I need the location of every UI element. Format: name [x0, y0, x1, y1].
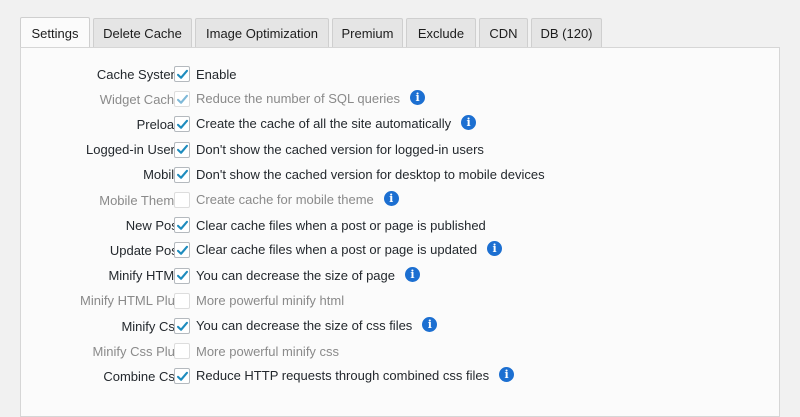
- tab-db[interactable]: DB (120): [531, 18, 602, 48]
- setting-row-mobile-theme: Mobile Theme: Create cache for mobile the…: [21, 189, 781, 211]
- setting-row-minify-css-plus: Minify Css Plus: More powerful minify css: [21, 340, 781, 362]
- checkmark-icon: [176, 270, 188, 280]
- setting-desc-combine-css: Reduce HTTP requests through combined cs…: [196, 367, 515, 384]
- info-icon[interactable]: i: [499, 367, 515, 383]
- checkmark-icon: [176, 321, 188, 331]
- checkbox-logged-in-users[interactable]: [174, 141, 190, 158]
- info-icon[interactable]: i: [383, 191, 399, 207]
- checkbox-widget-cache: [174, 91, 190, 108]
- checkmark-icon: [176, 69, 188, 79]
- setting-desc-logged-in-users: Don't show the cached version for logged…: [196, 142, 484, 157]
- setting-desc-minify-html-plus: More powerful minify html: [196, 293, 344, 308]
- setting-label-logged-in-users: Logged-in Users:: [86, 142, 185, 158]
- setting-label-cache-system: Cache System:: [96, 66, 185, 82]
- checkbox-minify-html-plus: [174, 292, 190, 309]
- setting-row-update-post: Update Post: Clear cache files when a pos…: [21, 239, 781, 261]
- setting-row-minify-html: Minify HTML: You can decrease the size of…: [21, 265, 781, 287]
- setting-desc-mobile: Don't show the cached version for deskto…: [196, 167, 545, 182]
- setting-row-mobile: Mobile: Don't show the cached version for…: [21, 164, 781, 186]
- setting-desc-text: Create the cache of all the site automat…: [196, 116, 452, 132]
- setting-desc-minify-css-plus: More powerful minify css: [196, 344, 339, 359]
- checkmark-icon: [176, 119, 188, 129]
- setting-desc-text: Create cache for mobile theme: [196, 191, 374, 207]
- settings-tabs: Settings Delete Cache Image Optimization…: [20, 17, 602, 48]
- setting-desc-minify-css: You can decrease the size of css files i: [196, 317, 438, 334]
- setting-row-widget-cache: Widget Cache: Reduce the number of SQL qu…: [21, 88, 781, 110]
- checkmark-icon: [176, 220, 188, 230]
- setting-row-combine-css: Combine Css: Reduce HTTP requests through…: [21, 365, 781, 387]
- setting-desc-text: Clear cache files when a post or page is…: [196, 217, 486, 233]
- info-icon[interactable]: i: [487, 241, 503, 257]
- checkbox-mobile-theme: [174, 192, 190, 208]
- tab-image-optimization[interactable]: Image Optimization: [195, 18, 329, 48]
- checkmark-icon: [176, 245, 188, 255]
- setting-desc-new-post: Clear cache files when a post or page is…: [196, 218, 486, 233]
- setting-desc-minify-html: You can decrease the size of page i: [196, 266, 420, 284]
- setting-row-cache-system: Cache System: Enable: [21, 63, 781, 85]
- tab-settings[interactable]: Settings: [20, 17, 90, 48]
- checkmark-icon: [176, 371, 188, 381]
- checkbox-minify-css-plus: [174, 343, 190, 360]
- info-icon[interactable]: i: [461, 115, 477, 131]
- checkbox-minify-css[interactable]: [174, 318, 190, 334]
- setting-desc-text: Don't show the cached version for deskto…: [196, 167, 545, 183]
- checkbox-preload[interactable]: [174, 116, 190, 133]
- setting-desc-text: You can decrease the size of css files: [196, 317, 413, 333]
- setting-desc-text: Reduce the number of SQL queries: [196, 91, 401, 107]
- tab-delete-cache[interactable]: Delete Cache: [93, 18, 192, 48]
- setting-desc-text: More powerful minify html: [196, 293, 345, 309]
- checkbox-new-post[interactable]: [174, 217, 190, 234]
- setting-desc-cache-system: Enable: [196, 67, 236, 82]
- setting-label-minify-css-plus: Minify Css Plus:: [92, 343, 185, 359]
- setting-desc-text: Reduce HTTP requests through combined cs…: [196, 368, 490, 384]
- setting-row-new-post: New Post: Clear cache files when a post o…: [21, 214, 781, 236]
- setting-desc-mobile-theme: Create cache for mobile theme i: [196, 191, 399, 208]
- checkbox-mobile[interactable]: [174, 166, 190, 183]
- checkmark-icon: [176, 144, 188, 154]
- setting-desc-text: Clear cache files when a post or page is…: [196, 242, 478, 258]
- tab-premium[interactable]: Premium: [332, 18, 403, 48]
- info-icon[interactable]: i: [405, 266, 420, 282]
- setting-label-mobile-theme: Mobile Theme:: [99, 192, 185, 208]
- checkmark-icon: [176, 94, 188, 104]
- setting-row-preload: Preload: Create the cache of all the site…: [21, 113, 781, 135]
- checkbox-combine-css[interactable]: [174, 368, 190, 385]
- setting-row-minify-html-plus: Minify HTML Plus: More powerful minify ht…: [21, 290, 781, 312]
- checkbox-update-post[interactable]: [174, 242, 190, 259]
- checkbox-minify-html[interactable]: [174, 267, 190, 284]
- setting-desc-text: You can decrease the size of page: [196, 267, 395, 283]
- checkbox-cache-system[interactable]: [174, 66, 190, 82]
- setting-row-logged-in-users: Logged-in Users: Don't show the cached ve…: [21, 139, 781, 161]
- tab-exclude[interactable]: Exclude: [406, 18, 476, 48]
- checkmark-icon: [176, 170, 188, 180]
- setting-desc-text: More powerful minify css: [196, 343, 340, 359]
- info-icon[interactable]: i: [410, 90, 426, 106]
- setting-label-minify-html-plus: Minify HTML Plus:: [80, 293, 185, 309]
- setting-label-combine-css: Combine Css:: [103, 368, 185, 384]
- setting-desc-widget-cache: Reduce the number of SQL queries i: [196, 90, 426, 107]
- setting-desc-text: Don't show the cached version for logged…: [196, 142, 484, 158]
- setting-desc-text: Enable: [196, 66, 237, 82]
- tab-cdn[interactable]: CDN: [479, 18, 528, 48]
- info-icon[interactable]: i: [422, 317, 438, 333]
- setting-desc-update-post: Clear cache files when a post or page is…: [196, 241, 503, 258]
- settings-panel: Cache System: Enable Widget Cache: Reduce t…: [20, 47, 780, 417]
- setting-desc-preload: Create the cache of all the site automat…: [196, 115, 477, 132]
- setting-label-widget-cache: Widget Cache:: [99, 91, 185, 107]
- setting-row-minify-css: Minify Css: You can decrease the size of …: [21, 315, 781, 337]
